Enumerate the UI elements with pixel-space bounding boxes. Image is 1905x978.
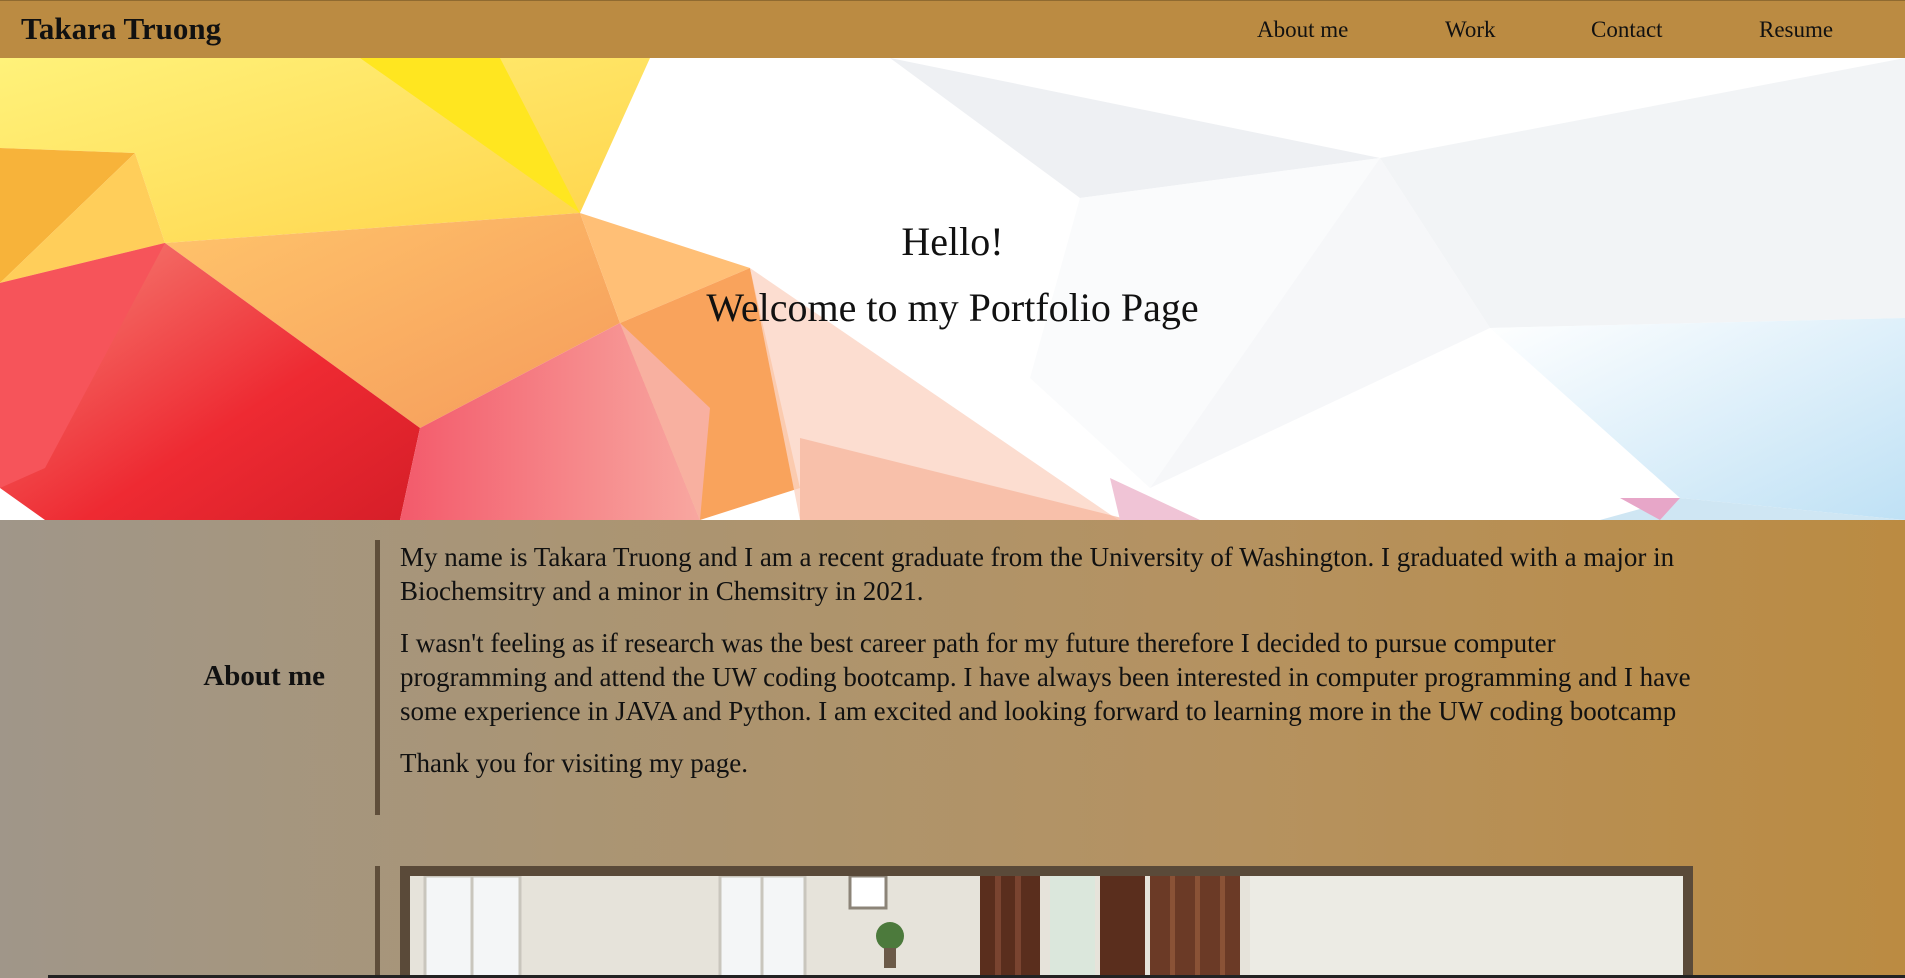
about-paragraph: I wasn't feeling as if research was the … [400, 628, 1691, 726]
hero-subtitle: Welcome to my Portfolio Page [706, 285, 1199, 330]
portfolio-page: Takara Truong About me Work Contact Resu… [0, 0, 1905, 978]
nav-contact-link[interactable]: Contact [1591, 17, 1663, 43]
about-paragraph: My name is Takara Truong and I am a rece… [400, 542, 1675, 606]
nav-work-link[interactable]: Work [1445, 17, 1496, 43]
about-divider [375, 540, 380, 815]
hero-banner: Hello! Welcome to my Portfolio Page [0, 58, 1905, 520]
about-section: About me My name is Takara Truong and I … [0, 520, 1905, 978]
site-title-link[interactable]: Takara Truong [21, 11, 221, 47]
about-paragraph: Thank you for visiting my page. [400, 748, 748, 778]
hero-greeting: Hello! [901, 219, 1004, 264]
nav-about-me-link[interactable]: About me [1257, 17, 1348, 43]
work-image-frame[interactable] [400, 866, 1693, 978]
office-photo [410, 876, 1683, 978]
about-body: My name is Takara Truong and I am a rece… [400, 540, 1700, 798]
about-heading: About me [203, 660, 325, 692]
work-divider [375, 866, 380, 978]
office-photo-illustration [410, 876, 1683, 978]
site-header: Takara Truong About me Work Contact Resu… [0, 0, 1905, 58]
nav-resume-link[interactable]: Resume [1759, 17, 1833, 43]
